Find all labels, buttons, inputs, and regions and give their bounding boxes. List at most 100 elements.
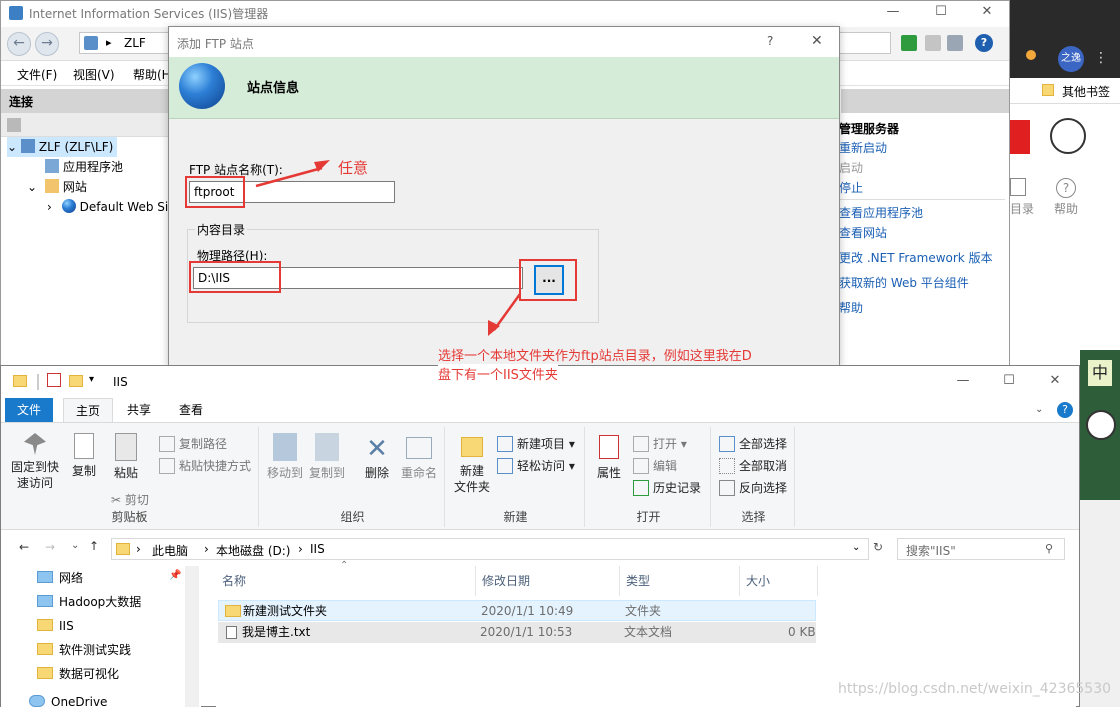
new-item-button[interactable]: 新建项目 ▾ (497, 433, 575, 455)
nav-item-iis[interactable]: IIS (37, 614, 74, 638)
open-button[interactable]: 打开 ▾ (633, 433, 687, 455)
tab-view[interactable]: 查看 (167, 398, 215, 422)
copy-path-button[interactable]: 复制路径 (159, 433, 227, 455)
expand-chevron-icon[interactable]: ⌄ (27, 180, 37, 194)
invert-selection-label: 反向选择 (739, 481, 788, 495)
expand-chevron-icon[interactable]: › (47, 200, 52, 214)
paste-button[interactable]: 粘贴 (107, 433, 145, 481)
history-button[interactable]: 历史记录 (633, 477, 701, 499)
easy-access-icon (497, 458, 513, 474)
extension-icon[interactable] (1026, 50, 1036, 60)
maximize-button[interactable]: ☐ (919, 1, 963, 25)
menu-view[interactable]: 视图(V) (73, 66, 115, 83)
open-label: 打开 (653, 437, 678, 451)
new-folder-qa-icon[interactable] (69, 375, 83, 387)
stop-icon[interactable] (925, 35, 941, 51)
breadcrumb-drive[interactable]: 本地磁盘 (D:) (216, 542, 290, 559)
menu-file[interactable]: 文件(F) (17, 66, 57, 83)
delete-button[interactable]: ✕ 删除 (359, 433, 395, 481)
nav-scrollbar[interactable] (185, 566, 199, 707)
ribbon-collapse-icon[interactable]: ⌄ (1035, 404, 1043, 415)
new-folder-button[interactable]: 新建 文件夹 (451, 437, 493, 495)
action-restart[interactable]: 重新启动 (839, 138, 887, 158)
refresh-icon[interactable]: ↻ (873, 540, 883, 554)
copy-to-button[interactable]: 复制到 (307, 433, 347, 481)
profile-avatar[interactable]: 之逸 (1058, 46, 1084, 72)
dialog-help-button[interactable]: ? (767, 34, 773, 48)
file-row[interactable]: 新建测试文件夹 2020/1/1 10:49 文件夹 (218, 600, 816, 621)
tree-node-label: Default Web Si (79, 200, 169, 214)
close-button[interactable]: ✕ (965, 1, 1009, 25)
tree-node-default-site[interactable]: › Default Web Si (47, 197, 168, 217)
up-arrow-icon[interactable]: ↑ (89, 539, 99, 553)
file-type: 文件夹 (625, 604, 662, 618)
dialog-close-button[interactable]: ✕ (811, 33, 823, 49)
easy-access-button[interactable]: 轻松访问 ▾ (497, 455, 575, 477)
column-size[interactable]: 大小 (740, 566, 818, 596)
copy-to-icon (315, 433, 339, 461)
menu-help[interactable]: 帮助(H (133, 66, 171, 83)
forward-arrow-icon[interactable]: → (45, 540, 55, 554)
properties-button[interactable]: 属性 (593, 435, 625, 481)
qa-dropdown-icon[interactable]: ▾ (89, 374, 94, 385)
column-date[interactable]: 修改日期 (476, 566, 620, 596)
action-stop[interactable]: 停止 (839, 178, 863, 198)
nav-item-onedrive[interactable]: OneDrive (29, 690, 107, 707)
pin-quick-access-button[interactable]: 固定到快 速访问 (9, 433, 61, 491)
new-folder-label: 新建 文件夹 (453, 464, 490, 494)
nav-item-data-vis[interactable]: 数据可视化 (37, 662, 119, 686)
column-name[interactable]: 名称 (216, 566, 476, 596)
copy-button[interactable]: 复制 (65, 433, 103, 479)
other-bookmarks[interactable]: 其他书签 (1062, 83, 1110, 100)
action-view-app-pools[interactable]: 查看应用程序池 (839, 203, 923, 223)
properties-qa-icon[interactable] (47, 373, 61, 387)
select-none-button[interactable]: 全部取消 (719, 455, 787, 477)
rename-button[interactable]: 重命名 (397, 433, 441, 481)
breadcrumb-sep: › (298, 542, 303, 556)
forward-arrow-icon[interactable]: → (35, 32, 59, 56)
tab-share[interactable]: 共享 (115, 398, 163, 422)
tree-node-app-pools[interactable]: 应用程序池 (45, 157, 123, 177)
tree-node-sites[interactable]: ⌄ 网站 (27, 177, 87, 197)
nav-item-hadoop[interactable]: Hadoop大数据 (37, 590, 141, 614)
select-all-icon (719, 436, 735, 452)
connect-icon[interactable] (7, 118, 21, 132)
breadcrumb-iis[interactable]: IIS (310, 542, 325, 556)
action-help[interactable]: 帮助 (839, 298, 863, 318)
browser-menu-icon[interactable]: ⋮ (1094, 50, 1108, 66)
address-segment-zlf[interactable]: ZLF (124, 36, 146, 50)
action-start[interactable]: 启动 (839, 158, 863, 178)
help-icon[interactable]: ? (1057, 402, 1073, 418)
tab-file[interactable]: 文件 (5, 398, 54, 422)
column-type[interactable]: 类型 (620, 566, 740, 596)
action-view-sites[interactable]: 查看网站 (839, 223, 887, 243)
expand-chevron-icon[interactable]: ⌄ (7, 140, 17, 154)
explorer-minimize-button[interactable]: — (941, 370, 985, 394)
action-change-dotnet[interactable]: 更改 .NET Framework 版本 (839, 248, 993, 268)
tab-home[interactable]: 主页 (63, 398, 114, 422)
refresh-icon[interactable] (901, 35, 917, 51)
address-dropdown-icon[interactable]: ⌄ (852, 542, 860, 553)
file-row[interactable]: 我是博主.txt 2020/1/1 10:53 文本文档 0 KB (218, 622, 816, 643)
home-icon[interactable] (947, 35, 963, 51)
tree-node-server[interactable]: ⌄ ZLF (ZLF\LF) (7, 137, 118, 157)
search-input[interactable]: 搜索"IIS" (897, 538, 1065, 560)
nav-item-network[interactable]: 网络 (37, 566, 83, 590)
side-mascot-icon (1086, 410, 1116, 440)
invert-selection-button[interactable]: 反向选择 (719, 477, 787, 499)
recent-dropdown-icon[interactable]: ⌄ (71, 540, 79, 551)
help-icon[interactable]: ? (975, 34, 993, 52)
paste-shortcut-button[interactable]: 粘贴快捷方式 (159, 455, 251, 477)
explorer-address-bar[interactable]: › 此电脑 › 本地磁盘 (D:) › IIS ⌄ (111, 538, 869, 560)
nav-item-software-testing[interactable]: 软件测试实践 (37, 638, 131, 662)
edit-button[interactable]: 编辑 (633, 455, 677, 477)
back-arrow-icon[interactable]: ← (19, 540, 29, 554)
select-all-button[interactable]: 全部选择 (719, 433, 787, 455)
action-web-platform[interactable]: 获取新的 Web 平台组件 (839, 273, 969, 293)
minimize-button[interactable]: — (871, 1, 915, 25)
back-arrow-icon[interactable]: ← (7, 32, 31, 56)
explorer-maximize-button[interactable]: ☐ (987, 370, 1031, 394)
breadcrumb-this-pc[interactable]: 此电脑 (152, 542, 188, 559)
explorer-close-button[interactable]: ✕ (1033, 370, 1077, 394)
move-to-button[interactable]: 移动到 (265, 433, 305, 481)
